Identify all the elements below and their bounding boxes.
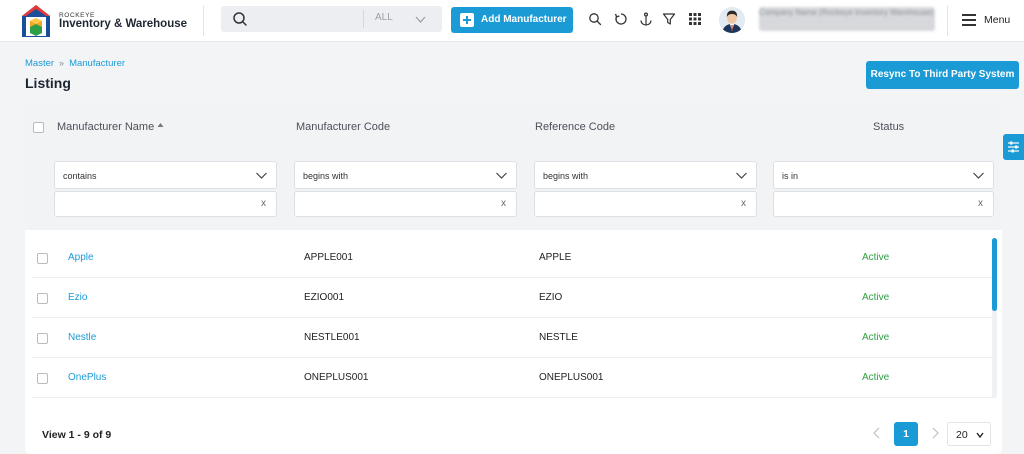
scrollbar-thumb[interactable] [992, 238, 997, 311]
avatar[interactable] [719, 7, 745, 33]
manufacturer-name-link[interactable]: OnePlus [68, 372, 106, 383]
reference-code: NESTLE [539, 332, 578, 343]
row-checkbox[interactable] [37, 253, 48, 264]
status-badge: Active [862, 292, 890, 303]
status-badge: Active [862, 372, 890, 383]
reference-code: EZIO [539, 292, 563, 303]
reference-filter-input[interactable]: x [534, 191, 757, 217]
page-title: Listing [25, 75, 71, 91]
column-status[interactable]: Status [873, 121, 904, 133]
clear-icon[interactable]: x [261, 198, 266, 209]
select-all-checkbox[interactable] [33, 122, 44, 133]
chevron-right-icon[interactable] [928, 426, 942, 440]
reference-code: APPLE [539, 252, 572, 263]
row-checkbox[interactable] [37, 373, 48, 384]
chevron-down-icon[interactable] [414, 13, 427, 26]
chevron-down-icon [256, 172, 267, 179]
search-scope-select[interactable]: ALL [375, 12, 393, 23]
manufacturer-name-link[interactable]: Apple [68, 252, 94, 263]
reference-filter-operator[interactable]: begins with [534, 161, 757, 189]
breadcrumb-master[interactable]: Master [25, 58, 54, 69]
refresh-icon[interactable] [614, 12, 628, 26]
header-divider [203, 6, 204, 36]
manufacturer-table: Manufacturer Name Manufacturer Code Refe… [25, 104, 1002, 454]
column-manufacturer-code[interactable]: Manufacturer Code [296, 121, 390, 133]
reference-code: ONEPLUS001 [539, 372, 604, 383]
filter-operator-value: begins with [303, 171, 349, 181]
pagination-summary: View 1 - 9 of 9 [42, 429, 112, 441]
name-filter-operator[interactable]: contains [54, 161, 277, 189]
chevron-left-icon[interactable] [870, 426, 884, 440]
clear-icon[interactable]: x [741, 198, 746, 209]
chevron-down-icon [736, 172, 747, 179]
anchor-icon[interactable] [639, 12, 653, 26]
menu-button[interactable]: Menu [984, 14, 1010, 26]
clear-icon[interactable]: x [978, 198, 983, 209]
column-settings-tab[interactable] [1003, 134, 1024, 160]
code-filter-operator[interactable]: begins with [294, 161, 517, 189]
filter-row: contains x begins with x begins with x i… [25, 150, 1002, 230]
breadcrumb-manufacturer[interactable]: Manufacturer [69, 58, 125, 69]
clear-icon[interactable]: x [501, 198, 506, 209]
manufacturer-code: ONEPLUS001 [304, 372, 369, 383]
manufacturer-code: EZIO001 [304, 292, 345, 303]
search-icon[interactable] [588, 12, 602, 26]
house-logo-icon[interactable] [21, 4, 51, 38]
header-divider [947, 6, 948, 36]
column-label: Manufacturer Name [57, 121, 155, 133]
filter-operator-value: is in [782, 171, 799, 181]
chevron-down-icon [973, 172, 984, 179]
user-avatar-icon [719, 7, 745, 33]
chevron-down-icon [496, 172, 507, 179]
grid-icon[interactable] [688, 12, 702, 26]
code-filter-input[interactable]: x [294, 191, 517, 217]
user-profile-box[interactable]: Company Name (Rockeye Inventory Warehous… [759, 7, 935, 31]
brand-name: Inventory & Warehouse [59, 18, 188, 30]
manufacturer-code: APPLE001 [304, 252, 353, 263]
breadcrumb: Master » Manufacturer [25, 58, 125, 69]
resync-button[interactable]: Resync To Third Party System [866, 61, 1019, 89]
page-size-value: 20 [956, 429, 968, 441]
manufacturer-name-link[interactable]: Nestle [68, 332, 96, 343]
sort-up-icon[interactable] [157, 122, 164, 131]
column-manufacturer-name[interactable]: Manufacturer Name [57, 121, 164, 133]
plus-icon [460, 13, 474, 27]
sliders-icon [1008, 141, 1019, 153]
table-row[interactable]: Ezio EZIO001 EZIO Active [32, 278, 995, 318]
table-header: Manufacturer Name Manufacturer Code Refe… [25, 104, 1002, 150]
search-divider [363, 10, 364, 28]
add-manufacturer-button[interactable]: Add Manufacturer [451, 7, 573, 33]
table-row[interactable]: Nestle NESTLE001 NESTLE Active [32, 318, 995, 358]
status-filter-operator[interactable]: is in [773, 161, 994, 189]
table-row[interactable]: Apple APPLE001 APPLE Active [32, 238, 995, 278]
column-reference-code[interactable]: Reference Code [535, 121, 615, 133]
page-size-select[interactable]: 20 [947, 422, 991, 446]
name-filter-input[interactable]: x [54, 191, 277, 217]
table-body: Apple APPLE001 APPLE Active Ezio EZIO001… [32, 238, 995, 398]
row-checkbox[interactable] [37, 293, 48, 304]
search-icon[interactable] [232, 11, 248, 27]
status-badge: Active [862, 332, 890, 343]
chevron-down-icon [976, 432, 984, 439]
current-page-button[interactable]: 1 [894, 422, 918, 446]
filter-icon[interactable] [662, 12, 676, 26]
manufacturer-name-link[interactable]: Ezio [68, 292, 87, 303]
global-search[interactable]: ALL [221, 6, 442, 32]
menu-icon[interactable] [962, 14, 976, 26]
manufacturer-code: NESTLE001 [304, 332, 360, 343]
filter-operator-value: contains [63, 171, 97, 181]
status-badge: Active [862, 252, 890, 263]
chevron-right-icon: » [59, 58, 65, 68]
user-company-text: Company Name (Rockeye Inventory Warehous… [759, 8, 934, 17]
row-checkbox[interactable] [37, 333, 48, 344]
table-row[interactable]: OnePlus ONEPLUS001 ONEPLUS001 Active [32, 358, 995, 398]
status-filter-input[interactable]: x [773, 191, 994, 217]
add-manufacturer-label: Add Manufacturer [481, 14, 567, 25]
filter-operator-value: begins with [543, 171, 589, 181]
top-header: ROCKEYE Inventory & Warehouse ALL Add Ma… [0, 0, 1024, 42]
